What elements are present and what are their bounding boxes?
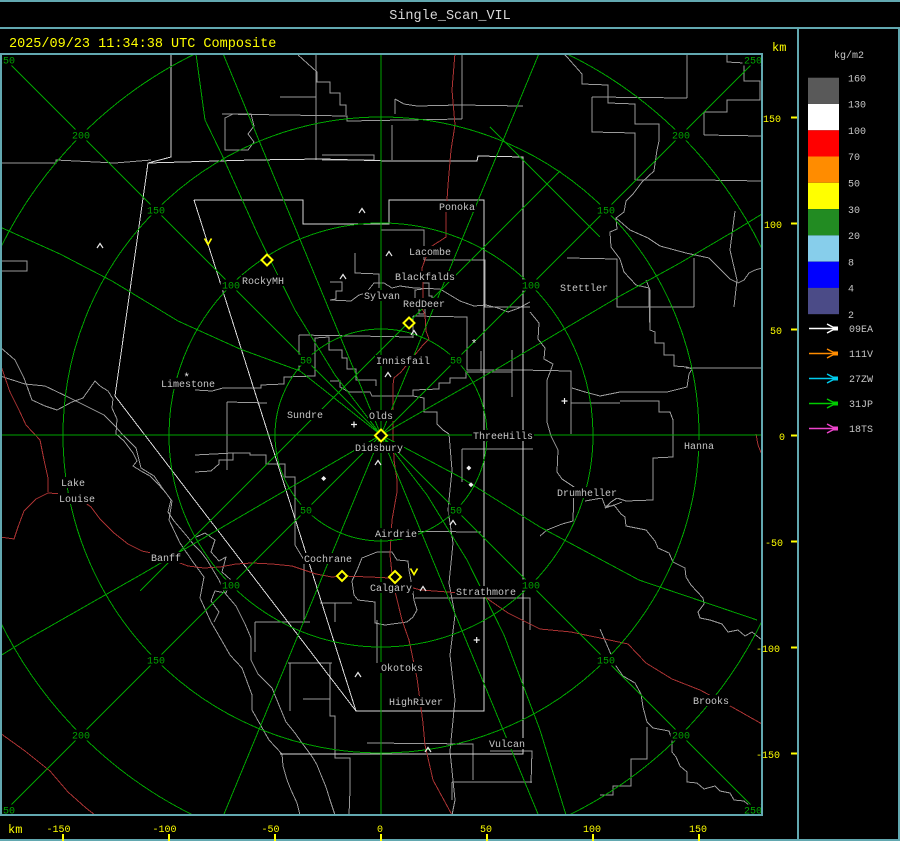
svg-text:ThreeHills: ThreeHills <box>473 431 533 443</box>
svg-text:200: 200 <box>672 132 690 143</box>
svg-text:111V: 111V <box>849 350 873 361</box>
svg-text:HighRiver: HighRiver <box>389 697 443 709</box>
svg-text:50: 50 <box>300 507 312 518</box>
svg-text:*: * <box>183 373 190 385</box>
svg-text:150: 150 <box>689 825 707 836</box>
svg-text:200: 200 <box>672 732 690 743</box>
svg-text:50: 50 <box>770 327 782 338</box>
svg-text:-50: -50 <box>261 825 279 836</box>
svg-text:150: 150 <box>597 657 615 668</box>
svg-text:100: 100 <box>222 582 240 593</box>
svg-text:Louise: Louise <box>59 494 95 506</box>
svg-text:0: 0 <box>377 825 383 836</box>
svg-text:Sylvan: Sylvan <box>364 291 400 303</box>
svg-text:km: km <box>8 823 22 837</box>
svg-text:Lacombe: Lacombe <box>409 247 451 259</box>
svg-text:100: 100 <box>522 282 540 293</box>
svg-text:Hanna: Hanna <box>684 442 714 453</box>
svg-text:31JP: 31JP <box>849 400 873 411</box>
svg-text:Blackfalds: Blackfalds <box>395 272 455 284</box>
svg-text:RedDeer: RedDeer <box>403 299 445 311</box>
svg-text:0: 0 <box>779 433 785 444</box>
svg-text:Cochrane: Cochrane <box>304 554 352 566</box>
svg-text:250: 250 <box>0 57 15 68</box>
svg-text:kg/m2: kg/m2 <box>834 50 864 62</box>
svg-text:70: 70 <box>848 153 860 164</box>
svg-text:130: 130 <box>848 101 866 112</box>
svg-text:27ZW: 27ZW <box>849 375 873 386</box>
svg-text:100: 100 <box>583 825 601 836</box>
svg-text:18TS: 18TS <box>849 425 873 436</box>
svg-text:30: 30 <box>848 206 860 217</box>
svg-text:Brooks: Brooks <box>693 696 729 708</box>
svg-text:Banff: Banff <box>151 553 181 565</box>
svg-text:Strathmore: Strathmore <box>456 587 516 599</box>
svg-text:-50: -50 <box>765 539 783 550</box>
svg-text:250: 250 <box>744 57 762 68</box>
svg-text:-150: -150 <box>756 751 780 762</box>
svg-text:20: 20 <box>848 232 860 243</box>
svg-text:200: 200 <box>72 732 90 743</box>
svg-text:Didsbury: Didsbury <box>355 443 403 455</box>
svg-text:50: 50 <box>848 180 860 191</box>
svg-text:-150: -150 <box>46 825 70 836</box>
svg-text:Airdrie: Airdrie <box>375 529 417 541</box>
svg-text:RockyMH: RockyMH <box>242 276 284 288</box>
svg-text:09EA: 09EA <box>849 325 873 336</box>
svg-text:150: 150 <box>147 207 165 218</box>
svg-text:200: 200 <box>72 132 90 143</box>
svg-text:-100: -100 <box>756 645 780 656</box>
svg-text:100: 100 <box>522 582 540 593</box>
svg-text:150: 150 <box>147 657 165 668</box>
svg-text:160: 160 <box>848 74 866 85</box>
svg-text:-100: -100 <box>152 825 176 836</box>
svg-text:50: 50 <box>300 357 312 368</box>
svg-text:Vulcan: Vulcan <box>489 739 525 751</box>
svg-text:100: 100 <box>848 127 866 138</box>
svg-text:Stettler: Stettler <box>560 283 608 295</box>
svg-text:50: 50 <box>450 507 462 518</box>
svg-text:100: 100 <box>222 282 240 293</box>
svg-text:Ponoka: Ponoka <box>439 202 475 214</box>
svg-text:50: 50 <box>450 357 462 368</box>
svg-text:8: 8 <box>848 258 854 269</box>
svg-text:Sundre: Sundre <box>287 410 323 422</box>
svg-text:Lake: Lake <box>61 478 85 490</box>
svg-text:150: 150 <box>763 115 781 126</box>
svg-text:km: km <box>772 41 786 55</box>
svg-text:150: 150 <box>597 207 615 218</box>
svg-text:Okotoks: Okotoks <box>381 663 423 675</box>
svg-text:4: 4 <box>848 285 854 296</box>
svg-text:Single_Scan_VIL: Single_Scan_VIL <box>389 9 511 24</box>
svg-text:2025/09/23 11:34:38 UTC Compos: 2025/09/23 11:34:38 UTC Composite <box>9 37 276 52</box>
svg-text:*: * <box>471 339 478 351</box>
svg-text:100: 100 <box>764 221 782 232</box>
svg-text:Calgary: Calgary <box>370 583 412 595</box>
svg-text:2: 2 <box>848 311 854 322</box>
svg-text:Drumheller: Drumheller <box>557 488 617 500</box>
svg-text:50: 50 <box>480 825 492 836</box>
svg-text:Olds: Olds <box>369 411 393 423</box>
svg-text:Innisfail: Innisfail <box>376 356 430 368</box>
